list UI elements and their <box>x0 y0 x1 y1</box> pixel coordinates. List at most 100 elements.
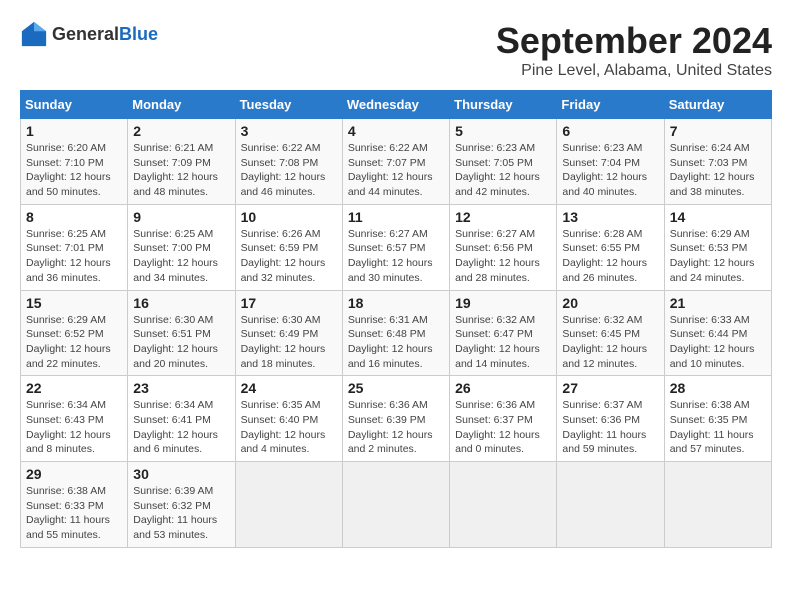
day-number: 7 <box>670 123 766 139</box>
day-info: Sunrise: 6:26 AM Sunset: 6:59 PM Dayligh… <box>241 227 337 286</box>
day-info: Sunrise: 6:36 AM Sunset: 6:39 PM Dayligh… <box>348 398 444 457</box>
table-row: 1Sunrise: 6:20 AM Sunset: 7:10 PM Daylig… <box>21 119 128 205</box>
day-number: 22 <box>26 380 122 396</box>
day-info: Sunrise: 6:29 AM Sunset: 6:53 PM Dayligh… <box>670 227 766 286</box>
table-row <box>235 462 342 548</box>
day-info: Sunrise: 6:24 AM Sunset: 7:03 PM Dayligh… <box>670 141 766 200</box>
day-info: Sunrise: 6:22 AM Sunset: 7:08 PM Dayligh… <box>241 141 337 200</box>
table-row: 4 Sunrise: 6:22 AM Sunset: 7:07 PM Daylig… <box>342 119 449 205</box>
day-info: Sunrise: 6:21 AM Sunset: 7:09 PM Dayligh… <box>133 141 229 200</box>
day-info: Sunrise: 6:25 AM Sunset: 7:00 PM Dayligh… <box>133 227 229 286</box>
table-row: 26 Sunrise: 6:36 AM Sunset: 6:37 PM Dayli… <box>450 376 557 462</box>
table-row: 19 Sunrise: 6:32 AM Sunset: 6:47 PM Dayli… <box>450 290 557 376</box>
table-row: 28 Sunrise: 6:38 AM Sunset: 6:35 PM Dayli… <box>664 376 771 462</box>
table-row: 10 Sunrise: 6:26 AM Sunset: 6:59 PM Dayli… <box>235 204 342 290</box>
table-row: 17Sunrise: 6:30 AM Sunset: 6:49 PM Dayli… <box>235 290 342 376</box>
month-title: September 2024 <box>496 20 772 62</box>
day-number: 24 <box>241 380 337 396</box>
header-friday: Friday <box>557 91 664 119</box>
table-row: 16 Sunrise: 6:30 AM Sunset: 6:51 PM Dayli… <box>128 290 235 376</box>
table-row <box>664 462 771 548</box>
header-wednesday: Wednesday <box>342 91 449 119</box>
table-row: 30 Sunrise: 6:39 AM Sunset: 6:32 PM Dayli… <box>128 462 235 548</box>
calendar-header-row: Sunday Monday Tuesday Wednesday Thursday… <box>21 91 772 119</box>
table-row: 2 Sunrise: 6:21 AM Sunset: 7:09 PM Daylig… <box>128 119 235 205</box>
day-number: 30 <box>133 466 229 482</box>
day-number: 3 <box>241 123 337 139</box>
header-sunday: Sunday <box>21 91 128 119</box>
table-row: 29Sunrise: 6:38 AM Sunset: 6:33 PM Dayli… <box>21 462 128 548</box>
day-number: 1 <box>26 123 122 139</box>
day-number: 12 <box>455 209 551 225</box>
day-info: Sunrise: 6:23 AM Sunset: 7:04 PM Dayligh… <box>562 141 658 200</box>
day-info: Sunrise: 6:39 AM Sunset: 6:32 PM Dayligh… <box>133 484 229 543</box>
table-row <box>342 462 449 548</box>
day-info: Sunrise: 6:38 AM Sunset: 6:33 PM Dayligh… <box>26 484 122 543</box>
day-info: Sunrise: 6:34 AM Sunset: 6:43 PM Dayligh… <box>26 398 122 457</box>
table-row: 9 Sunrise: 6:25 AM Sunset: 7:00 PM Daylig… <box>128 204 235 290</box>
day-info: Sunrise: 6:22 AM Sunset: 7:07 PM Dayligh… <box>348 141 444 200</box>
day-info: Sunrise: 6:38 AM Sunset: 6:35 PM Dayligh… <box>670 398 766 457</box>
table-row: 11Sunrise: 6:27 AM Sunset: 6:57 PM Dayli… <box>342 204 449 290</box>
table-row: 13 Sunrise: 6:28 AM Sunset: 6:55 PM Dayli… <box>557 204 664 290</box>
table-row: 5 Sunrise: 6:23 AM Sunset: 7:05 PM Daylig… <box>450 119 557 205</box>
table-row: 23 Sunrise: 6:34 AM Sunset: 6:41 PM Dayli… <box>128 376 235 462</box>
day-info: Sunrise: 6:34 AM Sunset: 6:41 PM Dayligh… <box>133 398 229 457</box>
table-row: 15 Sunrise: 6:29 AM Sunset: 6:52 PM Dayli… <box>21 290 128 376</box>
table-row: 22 Sunrise: 6:34 AM Sunset: 6:43 PM Dayli… <box>21 376 128 462</box>
table-row: 7 Sunrise: 6:24 AM Sunset: 7:03 PM Daylig… <box>664 119 771 205</box>
table-row: 12 Sunrise: 6:27 AM Sunset: 6:56 PM Dayli… <box>450 204 557 290</box>
day-number: 10 <box>241 209 337 225</box>
table-row <box>557 462 664 548</box>
day-number: 13 <box>562 209 658 225</box>
header-monday: Monday <box>128 91 235 119</box>
day-number: 6 <box>562 123 658 139</box>
day-number: 19 <box>455 295 551 311</box>
header-tuesday: Tuesday <box>235 91 342 119</box>
day-number: 28 <box>670 380 766 396</box>
calendar-week-row: 29Sunrise: 6:38 AM Sunset: 6:33 PM Dayli… <box>21 462 772 548</box>
day-number: 20 <box>562 295 658 311</box>
day-info: Sunrise: 6:29 AM Sunset: 6:52 PM Dayligh… <box>26 313 122 372</box>
table-row: 21Sunrise: 6:33 AM Sunset: 6:44 PM Dayli… <box>664 290 771 376</box>
day-info: Sunrise: 6:33 AM Sunset: 6:44 PM Dayligh… <box>670 313 766 372</box>
day-number: 15 <box>26 295 122 311</box>
day-number: 23 <box>133 380 229 396</box>
day-number: 16 <box>133 295 229 311</box>
table-row: 25 Sunrise: 6:36 AM Sunset: 6:39 PM Dayli… <box>342 376 449 462</box>
day-info: Sunrise: 6:31 AM Sunset: 6:48 PM Dayligh… <box>348 313 444 372</box>
header-thursday: Thursday <box>450 91 557 119</box>
location-title: Pine Level, Alabama, United States <box>496 62 772 80</box>
table-row <box>450 462 557 548</box>
day-info: Sunrise: 6:30 AM Sunset: 6:51 PM Dayligh… <box>133 313 229 372</box>
day-number: 26 <box>455 380 551 396</box>
day-number: 17 <box>241 295 337 311</box>
day-info: Sunrise: 6:27 AM Sunset: 6:56 PM Dayligh… <box>455 227 551 286</box>
day-info: Sunrise: 6:23 AM Sunset: 7:05 PM Dayligh… <box>455 141 551 200</box>
day-info: Sunrise: 6:32 AM Sunset: 6:47 PM Dayligh… <box>455 313 551 372</box>
table-row: 3 Sunrise: 6:22 AM Sunset: 7:08 PM Daylig… <box>235 119 342 205</box>
logo-blue-text: Blue <box>119 24 158 44</box>
day-number: 5 <box>455 123 551 139</box>
day-info: Sunrise: 6:28 AM Sunset: 6:55 PM Dayligh… <box>562 227 658 286</box>
table-row: 6 Sunrise: 6:23 AM Sunset: 7:04 PM Daylig… <box>557 119 664 205</box>
day-info: Sunrise: 6:37 AM Sunset: 6:36 PM Dayligh… <box>562 398 658 457</box>
day-number: 9 <box>133 209 229 225</box>
table-row: 14 Sunrise: 6:29 AM Sunset: 6:53 PM Dayli… <box>664 204 771 290</box>
day-info: Sunrise: 6:36 AM Sunset: 6:37 PM Dayligh… <box>455 398 551 457</box>
day-number: 8 <box>26 209 122 225</box>
header-saturday: Saturday <box>664 91 771 119</box>
table-row: 18Sunrise: 6:31 AM Sunset: 6:48 PM Dayli… <box>342 290 449 376</box>
table-row: 27Sunrise: 6:37 AM Sunset: 6:36 PM Dayli… <box>557 376 664 462</box>
logo-general-text: General <box>52 24 119 44</box>
day-number: 4 <box>348 123 444 139</box>
day-info: Sunrise: 6:32 AM Sunset: 6:45 PM Dayligh… <box>562 313 658 372</box>
day-info: Sunrise: 6:25 AM Sunset: 7:01 PM Dayligh… <box>26 227 122 286</box>
calendar-week-row: 1Sunrise: 6:20 AM Sunset: 7:10 PM Daylig… <box>21 119 772 205</box>
day-number: 2 <box>133 123 229 139</box>
day-number: 14 <box>670 209 766 225</box>
calendar-week-row: 22 Sunrise: 6:34 AM Sunset: 6:43 PM Dayli… <box>21 376 772 462</box>
calendar-week-row: 8 Sunrise: 6:25 AM Sunset: 7:01 PM Daylig… <box>21 204 772 290</box>
day-info: Sunrise: 6:35 AM Sunset: 6:40 PM Dayligh… <box>241 398 337 457</box>
day-number: 25 <box>348 380 444 396</box>
